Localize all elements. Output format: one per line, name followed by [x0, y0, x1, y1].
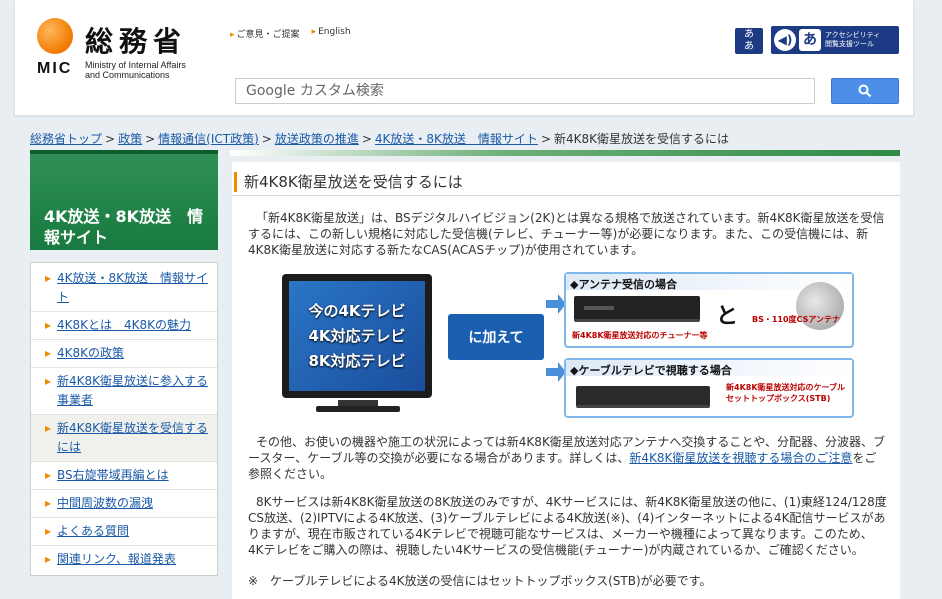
sidebar-item-label: 新4K8K衛星放送を受信するには — [57, 421, 209, 454]
intro-paragraph: 「新4K8K衛星放送」は、BSデジタルハイビジョン(2K)とは異なる規格で放送さ… — [248, 211, 885, 257]
receiver-diagram: 今の4Kテレビ 4K対応テレビ 8K対応テレビ に加えて ◆アンテナ受信の場合 … — [276, 270, 856, 418]
services-paragraph: 8Kサービスは新4K8K衛星放送の8K放送のみですが、4Kサービスには、新4K8… — [248, 495, 887, 557]
sidebar-item-bs-reorganize[interactable]: BS右旋帯域再編とは — [31, 462, 217, 490]
page-title: 新4K8K衛星放送を受信するには — [232, 168, 900, 196]
sidebar-item-what-is[interactable]: 4K8Kとは 4K8Kの魅力 — [31, 312, 217, 340]
logo-en-line1: Ministry of Internal Affairs — [85, 60, 186, 70]
cable-case-heading: ◆ケーブルテレビで視聴する場合 — [566, 360, 852, 377]
dish-label: BS・110度CSアンテナ — [752, 315, 841, 324]
search-button[interactable] — [831, 78, 899, 104]
tv-line-3: 8K対応テレビ — [308, 351, 406, 370]
tv-illustration: 今の4Kテレビ 4K対応テレビ 8K対応テレビ — [282, 274, 432, 398]
tv-base — [316, 406, 400, 412]
accessibility-label: アクセシビリティ 閲覧支援ツール — [825, 31, 881, 48]
opinion-link[interactable]: ご意見・ご提案 — [230, 27, 300, 40]
antenna-case-box: ◆アンテナ受信の場合 新4K8K衛星放送対応のチューナー等 と BS・110度C… — [564, 272, 854, 348]
in-addition-label: に加えて — [448, 314, 544, 360]
cable-case-box: ◆ケーブルテレビで視聴する場合 新4K8K衛星放送対応のケーブルセットトップボッ… — [564, 358, 854, 418]
breadcrumb-sep: > — [540, 132, 551, 146]
breadcrumb-sep: > — [105, 132, 116, 146]
logo-japanese: 総務省 — [85, 25, 188, 58]
sidebar: 4K放送・8K放送 情報サイト 4K放送・8K放送 情報サイト 4K8Kとは 4… — [30, 150, 220, 576]
sidebar-menu: 4K放送・8K放送 情報サイト 4K8Kとは 4K8Kの魅力 4K8Kの政策 新… — [30, 262, 218, 576]
breadcrumb-sep: > — [145, 132, 156, 146]
logo-en-line2: and Communications — [85, 70, 170, 80]
and-label: と — [716, 304, 739, 329]
logo-abbr: MIC — [37, 60, 73, 77]
hiragana-icon: あ — [799, 29, 821, 51]
sidebar-item-policy[interactable]: 4K8Kの政策 — [31, 340, 217, 368]
tuner-label: 新4K8K衛星放送対応のチューナー等 — [572, 331, 708, 340]
site-header: MIC 総務省 Ministry of Internal Affairs and… — [14, 0, 914, 116]
equipment-paragraph: その他、お使いの機器や施工の状況によっては新4K8K衛星放送対応アンテナへ交換す… — [248, 434, 888, 482]
logo-english: Ministry of Internal Affairs and Communi… — [85, 60, 235, 80]
sidebar-item-4k8k-site[interactable]: 4K放送・8K放送 情報サイト — [31, 265, 217, 312]
sidebar-item-label: よくある質問 — [57, 524, 130, 538]
breadcrumb-policy[interactable]: 政策 — [118, 132, 142, 146]
english-link[interactable]: English — [312, 27, 351, 40]
sidebar-item-if-leak[interactable]: 中間周波数の漏洩 — [31, 490, 217, 518]
search-input[interactable] — [235, 78, 815, 104]
mic-logo[interactable]: MIC 総務省 Ministry of Internal Affairs and… — [37, 18, 227, 88]
sidebar-item-label: 4K8Kの政策 — [57, 346, 125, 360]
arrow-icon — [546, 294, 566, 382]
breadcrumb-ict[interactable]: 情報通信(ICT政策) — [158, 132, 259, 146]
sidebar-item-label: 4K8Kとは 4K8Kの魅力 — [57, 318, 192, 332]
top-links: ご意見・ご提案 English — [230, 27, 351, 40]
breadcrumb: 総務省トップ > 政策 > 情報通信(ICT政策) > 放送政策の推進 >4K放送・8K放送 … — [30, 130, 729, 147]
sidebar-item-label: 中間周波数の漏洩 — [57, 496, 154, 510]
logo-mark-icon — [37, 18, 73, 54]
tuner-icon — [574, 296, 700, 322]
sidebar-title[interactable]: 4K放送・8K放送 情報サイト — [30, 150, 218, 250]
search-icon — [858, 84, 872, 98]
sidebar-item-faq[interactable]: よくある質問 — [31, 518, 217, 546]
sidebar-item-receive[interactable]: 新4K8K衛星放送を受信するには — [31, 415, 217, 462]
set-top-box-icon — [576, 386, 710, 408]
main-content: 新4K8K衛星放送を受信するには 「新4K8K衛星放送」は、BSデジタルハイビジ… — [232, 162, 900, 599]
sidebar-item-broadcasters[interactable]: 新4K8K衛星放送に参入する事業者 — [31, 368, 217, 415]
tv-screen: 今の4Kテレビ 4K対応テレビ 8K対応テレビ — [289, 281, 425, 391]
breadcrumb-top[interactable]: 総務省トップ — [30, 132, 102, 146]
sidebar-item-label: BS右旋帯域再編とは — [57, 468, 169, 482]
sidebar-item-label: 4K放送・8K放送 情報サイト — [57, 271, 209, 304]
sidebar-item-label: 新4K8K衛星放送に参入する事業者 — [57, 374, 209, 407]
stb-label: 新4K8K衛星放送対応のケーブルセットトップボックス(STB) — [726, 383, 846, 403]
tv-line-2: 4K対応テレビ — [308, 326, 406, 345]
breadcrumb-current: 新4K8K衛星放送を受信するには — [554, 132, 730, 146]
breadcrumb-broadcast[interactable]: 放送政策の推進 — [275, 132, 359, 146]
caution-link[interactable]: 新4K8K衛星放送を視聴する場合のご注意 — [629, 451, 852, 465]
breadcrumb-sep: > — [261, 132, 272, 146]
breadcrumb-sep: > — [361, 132, 372, 146]
sidebar-item-label: 関連リンク、報道発表 — [57, 552, 176, 566]
sidebar-item-links[interactable]: 関連リンク、報道発表 — [31, 546, 217, 573]
header-divider — [230, 150, 900, 156]
text-size-icon[interactable]: あ あ — [735, 28, 763, 54]
speaker-icon: ◀) — [774, 29, 796, 51]
breadcrumb-4k8k[interactable]: 4K放送・8K放送 情報サイト — [375, 132, 538, 146]
tv-line-1: 今の4Kテレビ — [308, 301, 406, 320]
footnote: ※ ケーブルテレビによる4K放送の受信にはセットトップボックス(STB)が必要で… — [248, 574, 712, 588]
accessibility-tool-button[interactable]: ◀) あ アクセシビリティ 閲覧支援ツール — [771, 26, 899, 54]
